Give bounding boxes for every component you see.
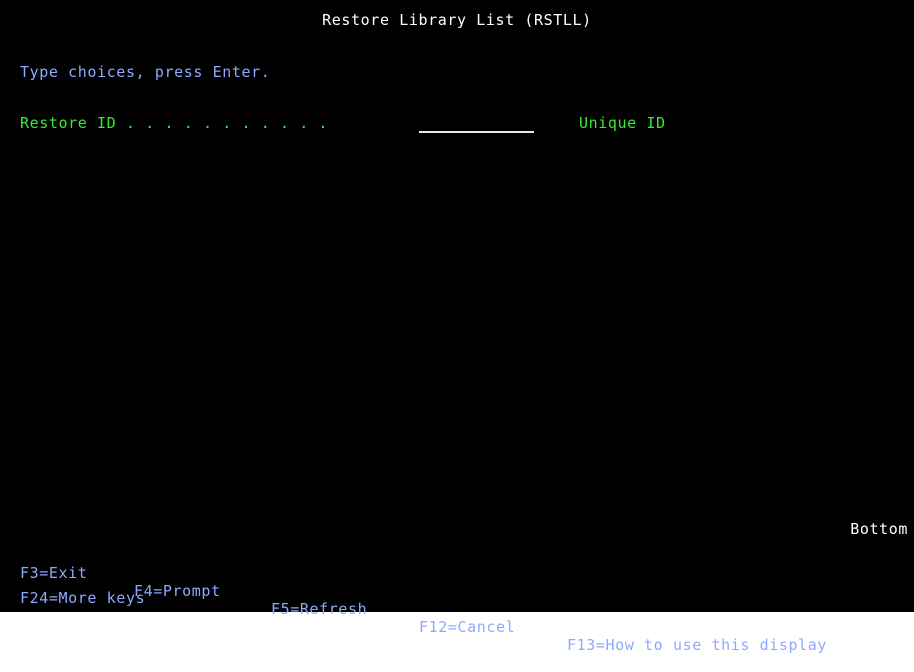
f13-help-key[interactable]: F13=How to use this display [567, 636, 827, 654]
f5-refresh-key[interactable]: F5=Refresh [271, 600, 367, 618]
restore-id-label: Restore ID . . . . . . . . . . . [20, 114, 329, 132]
f24-more-keys-key[interactable]: F24=More keys [20, 589, 145, 607]
terminal-screen: Restore Library List (RSTLL) Type choice… [0, 0, 914, 654]
f12-cancel-key[interactable]: F12=Cancel [419, 618, 515, 636]
function-keys-row-2: F24=More keys [20, 571, 145, 625]
screen-title: Restore Library List (RSTLL) [322, 11, 592, 29]
bottom-marker: Bottom [850, 520, 908, 538]
f4-prompt-key[interactable]: F4=Prompt [134, 582, 221, 600]
restore-id-input[interactable] [419, 113, 534, 133]
instructions-text: Type choices, press Enter. [20, 63, 271, 81]
restore-id-help: Unique ID [579, 114, 666, 132]
